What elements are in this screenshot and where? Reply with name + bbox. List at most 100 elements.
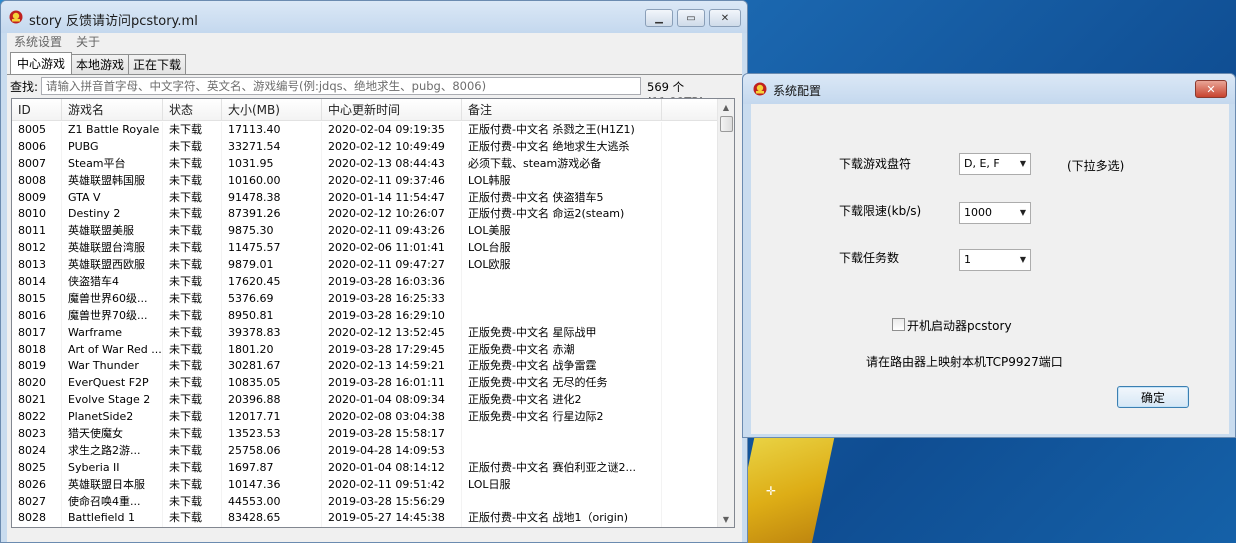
cell-id: 8016 [12,307,62,325]
cell-filler [662,291,722,308]
tab-center-games[interactable]: 中心游戏 [10,52,73,74]
cell-update-time: 2019-03-28 16:29:10 [322,307,462,325]
scroll-down-icon[interactable]: ▼ [718,511,734,527]
search-input[interactable] [41,77,641,95]
close-button[interactable]: ✕ [709,9,741,27]
table-row[interactable]: 8021 Evolve Stage 2 未下载 20396.88 2020-01-04 … [12,392,722,410]
port-note: 请在路由器上映射本机TCP9927端口 [866,355,1063,369]
drive-select[interactable]: D, E, F ▼ [959,153,1031,175]
game-list-view[interactable]: ID 游戏名 状态 大小(MB) 中心更新时间 备注 8005 Z1 Battle… [11,98,735,528]
cell-name: 求生之路2游... [62,442,163,460]
cell-filler [662,494,722,511]
cell-name: Destiny 2 [62,206,163,224]
cell-status: 未下载 [163,358,222,376]
app-logo-icon [753,82,767,96]
minimize-button[interactable]: ▁ [645,9,673,27]
column-header-update-time[interactable]: 中心更新时间 [322,99,462,121]
table-row[interactable]: 8013 英雄联盟西欧服 未下载 9879.01 2020-02-11 09:47:27… [12,257,722,275]
cell-filler [662,190,722,207]
chevron-down-icon: ▼ [1019,255,1026,264]
cell-size: 17113.40 [222,122,322,139]
menu-bar: 系统设置 关于 [7,33,742,49]
cell-name: 英雄联盟韩国服 [62,172,163,190]
autostart-checkbox[interactable] [892,318,905,331]
table-row[interactable]: 8022 PlanetSide2 未下载 12017.71 2020-02-08 03:… [12,409,722,427]
table-row[interactable]: 8015 魔兽世界60级... 未下载 5376.69 2019-03-28 16:25… [12,290,722,308]
cell-name: 英雄联盟日本服 [62,476,163,494]
cell-id: 8015 [12,290,62,308]
vertical-scrollbar[interactable]: ▲ ▼ [717,99,734,527]
cell-id: 8009 [12,189,62,207]
table-row[interactable]: 8025 Syberia II 未下载 1697.87 2020-01-04 08:14… [12,459,722,477]
table-row[interactable]: 8020 EverQuest F2P 未下载 10835.05 2019-03-28 1… [12,375,722,393]
tab-downloading[interactable]: 正在下载 [128,54,187,74]
ok-button[interactable]: 确定 [1117,386,1189,408]
speed-select[interactable]: 1000 ▼ [959,202,1031,224]
column-header-id[interactable]: ID [12,99,62,121]
close-icon: ✕ [1206,82,1216,96]
menu-about[interactable]: 关于 [69,33,107,50]
cell-id: 8005 [12,122,62,139]
table-row[interactable]: 8016 魔兽世界70级... 未下载 8950.81 2019-03-28 16:29… [12,307,722,325]
table-row[interactable]: 8024 求生之路2游... 未下载 25758.06 2019-04-28 14:09… [12,442,722,460]
main-window-title: story 反馈请访问pcstory.ml [29,14,198,29]
cell-filler [662,240,722,257]
table-row[interactable]: 8019 War Thunder 未下载 30281.67 2020-02-13 14:… [12,358,722,376]
dialog-close-button[interactable]: ✕ [1195,80,1227,98]
cell-id: 8012 [12,240,62,258]
cell-status: 未下载 [163,324,222,342]
table-row[interactable]: 8009 GTA V 未下载 91478.38 2020-01-14 11:54:47 正… [12,189,722,207]
tasks-select[interactable]: 1 ▼ [959,249,1031,271]
cell-note [462,493,662,511]
table-row[interactable]: 8026 英雄联盟日本服 未下载 10147.36 2020-02-11 09:51:4… [12,476,722,494]
table-row[interactable]: 8014 侠盗猎车4 未下载 17620.45 2019-03-28 16:03:36 [12,274,722,291]
cell-note: 正版免费-中文名 战争雷霆 [462,358,662,376]
table-row[interactable]: 8012 英雄联盟台湾服 未下载 11475.57 2020-02-06 11:01:4… [12,240,722,258]
cell-size: 10160.00 [222,172,322,190]
cell-note [462,307,662,325]
scroll-up-icon[interactable]: ▲ [718,99,734,115]
menu-system-settings[interactable]: 系统设置 [7,33,69,50]
autostart-label[interactable]: 开机启动器pcstory [907,317,1012,334]
speed-label: 下载限速(kb/s) [839,204,922,218]
cell-name: Art of War Red ... [62,341,163,359]
dialog-title-bar[interactable]: 系统配置 ✕ [743,74,1235,104]
cell-note: LOL台服 [462,240,662,258]
cell-update-time: 2019-03-28 16:25:33 [322,290,462,308]
table-row[interactable]: 8023 猎天使魔女 未下载 13523.53 2019-03-28 15:58:17 [12,426,722,443]
cell-update-time: 2020-02-11 09:37:46 [322,172,462,190]
cell-id: 8024 [12,442,62,460]
table-row[interactable]: 8006 PUBG 未下载 33271.54 2020-02-12 10:49:49 正版… [12,138,722,156]
table-row[interactable]: 8017 Warframe 未下载 39378.83 2020-02-12 13:52:… [12,324,722,342]
main-title-bar[interactable]: story 反馈请访问pcstory.ml ▁ ▭ ✕ [1,1,747,33]
column-header-size[interactable]: 大小(MB) [222,99,322,121]
scrollbar-thumb[interactable] [720,116,733,132]
column-header-note[interactable]: 备注 [462,99,662,121]
column-header-name[interactable]: 游戏名 [62,99,163,121]
table-row[interactable]: 8027 使命召唤4重... 未下载 44553.00 2019-03-28 15:56… [12,493,722,511]
cell-update-time: 2019-03-28 15:58:17 [322,426,462,443]
cell-name: Battlefield 1 [62,510,163,527]
cell-update-time: 2020-02-08 03:04:38 [322,409,462,427]
table-row[interactable]: 8018 Art of War Red ... 未下载 1801.20 2019-03-… [12,341,722,359]
table-row[interactable]: 8005 Z1 Battle Royale 未下载 17113.40 2020-02-0… [12,122,722,139]
table-row[interactable]: 8028 Battlefield 1 未下载 83428.65 2019-05-27 1… [12,510,722,527]
cell-status: 未下载 [163,426,222,443]
cell-status: 未下载 [163,493,222,511]
table-row[interactable]: 8007 Steam平台 未下载 1031.95 2020-02-13 08:44:43… [12,155,722,173]
maximize-button[interactable]: ▭ [677,9,705,27]
cell-update-time: 2020-01-14 11:54:47 [322,189,462,207]
cell-update-time: 2020-02-12 10:49:49 [322,138,462,156]
table-row[interactable]: 8010 Destiny 2 未下载 87391.26 2020-02-12 10:26… [12,206,722,224]
cell-size: 10835.05 [222,375,322,393]
table-row[interactable]: 8008 英雄联盟韩国服 未下载 10160.00 2020-02-11 09:37:4… [12,172,722,190]
cell-status: 未下载 [163,223,222,241]
search-row: 查找: 569 个 (11.22TB) [7,74,742,109]
column-header-status[interactable]: 状态 [163,99,222,121]
tab-local-games[interactable]: 本地游戏 [71,54,130,74]
table-row[interactable]: 8011 英雄联盟美服 未下载 9875.30 2020-02-11 09:43:26 L… [12,223,722,241]
cell-status: 未下载 [163,409,222,427]
cell-id: 8026 [12,476,62,494]
cell-note: 正版免费-中文名 进化2 [462,392,662,410]
cell-size: 91478.38 [222,189,322,207]
